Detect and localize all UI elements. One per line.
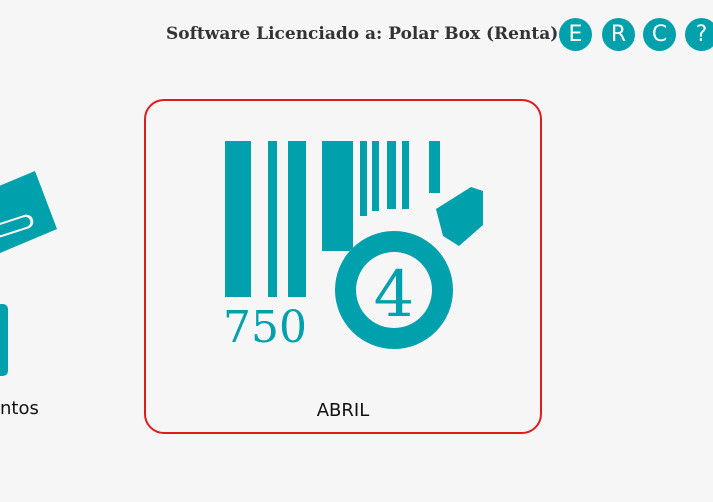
r-button[interactable]: R [602,18,635,51]
documents-icon [0,171,57,376]
license-text: Software Licenciado a: Polar Box (Renta) [166,24,559,44]
main-screen: Software Licenciado a: Polar Box (Renta)… [0,0,713,502]
tile-documents[interactable]: ntos [0,99,57,432]
tile-abril[interactable]: 4 750 ABRIL [144,99,542,434]
e-button[interactable]: E [559,18,592,51]
c-button[interactable]: C [643,18,676,51]
help-button[interactable]: ? [685,18,713,51]
tile-label: ntos [0,398,39,419]
barcode-icon: 4 750 [223,141,483,353]
icon-digit: 4 [374,258,415,332]
tile-label: ABRIL [316,400,370,421]
icon-number: 750 [223,302,307,353]
